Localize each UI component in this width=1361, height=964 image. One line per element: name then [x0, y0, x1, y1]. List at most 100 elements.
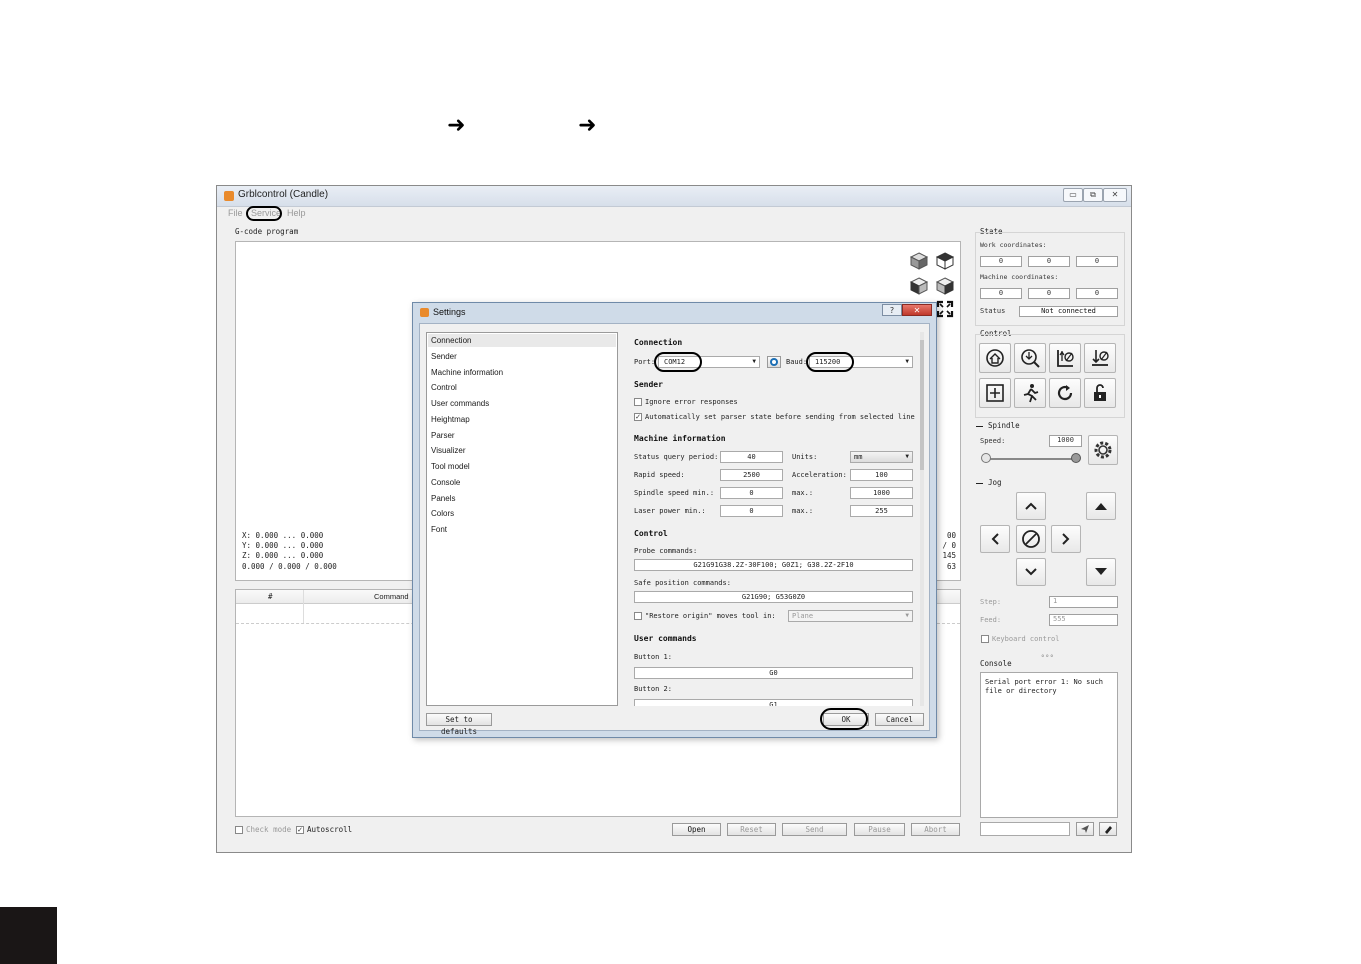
button1-field[interactable]: G0	[634, 667, 913, 679]
fit-view-icon[interactable]	[936, 300, 954, 318]
zero-xy-button[interactable]	[1084, 343, 1116, 373]
col-number[interactable]: #	[268, 592, 273, 601]
sender-title: Sender	[634, 380, 663, 389]
restore-origin-checkbox[interactable]	[634, 612, 642, 620]
view-iso-icon[interactable]	[908, 250, 930, 272]
nav-panels[interactable]: Panels	[431, 494, 455, 503]
spindle-min-field[interactable]: 0	[720, 487, 783, 499]
units-dropdown-icon: ▼	[905, 453, 909, 460]
console-clear-button[interactable]	[1099, 822, 1117, 836]
probe-button[interactable]	[1014, 343, 1046, 373]
nav-heightmap[interactable]: Heightmap	[431, 415, 470, 424]
zero-z-button[interactable]	[1049, 343, 1081, 373]
button2-field[interactable]: G1	[634, 699, 913, 706]
pause-button[interactable]: Pause	[854, 823, 905, 836]
nav-visualizer[interactable]: Visualizer	[431, 446, 466, 455]
triangle-down-icon	[1095, 568, 1107, 575]
minimize-button[interactable]: ▭	[1063, 188, 1083, 202]
jog-z-minus-button[interactable]	[1086, 558, 1116, 586]
nav-connection[interactable]: Connection	[431, 336, 471, 345]
set-defaults-button[interactable]: Set to defaults	[426, 713, 492, 736]
partial-readout-4: 63	[946, 561, 956, 571]
view-front-icon[interactable]	[908, 275, 930, 297]
refresh-ports-button[interactable]	[767, 356, 781, 368]
console-send-button[interactable]	[1076, 822, 1094, 836]
nav-sender[interactable]: Sender	[431, 352, 457, 361]
reset-button-ctrl[interactable]	[1049, 378, 1081, 408]
jog-y-plus-button[interactable]	[1016, 492, 1046, 520]
settings-close-button[interactable]: ✕	[902, 304, 932, 316]
gcode-group-title: G-code program	[235, 227, 299, 236]
menu-file[interactable]: File	[228, 208, 243, 218]
settings-scrollbar-thumb[interactable]	[920, 340, 924, 470]
zero-xy-icon	[1092, 350, 1109, 366]
nav-colors[interactable]: Colors	[431, 509, 454, 518]
close-button[interactable]: ✕	[1103, 188, 1127, 202]
safe-position-field[interactable]: G21G90; G53G0Z0	[634, 591, 913, 603]
acceleration-label: Acceleration:	[792, 471, 847, 479]
nav-machine-information[interactable]: Machine information	[431, 368, 503, 377]
settings-help-button[interactable]: ?	[882, 304, 902, 316]
unlock-button[interactable]	[1084, 378, 1116, 408]
jog-z-plus-button[interactable]	[1086, 492, 1116, 520]
abort-button[interactable]: Abort	[911, 823, 960, 836]
spindle-collapse-icon[interactable]	[976, 426, 983, 427]
spindle-slider-handle[interactable]	[1071, 453, 1081, 463]
zero-z-icon	[1057, 350, 1074, 367]
keyboard-control-label: Keyboard control	[992, 635, 1060, 643]
partial-readout-1: 00	[946, 531, 956, 540]
probe-commands-field[interactable]: G21G91G38.2Z-30F100; G0Z1; G38.2Z-2F10	[634, 559, 913, 571]
home-button[interactable]	[979, 343, 1011, 373]
jog-y-minus-button[interactable]	[1016, 558, 1046, 586]
maximize-button[interactable]: ⧉	[1083, 188, 1103, 202]
nav-tool-model[interactable]: Tool model	[431, 462, 470, 471]
acceleration-field[interactable]: 100	[850, 469, 913, 481]
jog-title: Jog	[988, 478, 1002, 487]
jog-stop-button[interactable]	[1016, 525, 1046, 553]
open-button[interactable]: Open	[672, 823, 721, 836]
settings-nav: Connection Sender Machine information Co…	[426, 332, 618, 706]
auto-parser-checkbox[interactable]: ✓	[634, 413, 642, 421]
console-input[interactable]	[980, 822, 1070, 836]
splitter-handle-icon[interactable]: °°°	[1041, 654, 1055, 662]
restore-origin-select[interactable]: Plane ▼	[788, 610, 913, 622]
view-top-icon[interactable]	[934, 250, 956, 272]
jog-step-select[interactable]: 1	[1049, 596, 1118, 608]
spindle-slider-min[interactable]	[981, 453, 991, 463]
keyboard-control-checkbox[interactable]	[981, 635, 989, 643]
rapid-speed-field[interactable]: 2500	[720, 469, 783, 481]
safe-position-button[interactable]	[1014, 378, 1046, 408]
status-query-field[interactable]: 40	[720, 451, 783, 463]
ignore-errors-checkbox[interactable]	[634, 398, 642, 406]
console-output[interactable]: Serial port error 1: No such file or dir…	[980, 672, 1118, 818]
nav-parser[interactable]: Parser	[431, 431, 455, 440]
view-left-icon[interactable]	[934, 275, 956, 297]
send-button[interactable]: Send	[782, 823, 847, 836]
jog-feed-select[interactable]: 555	[1049, 614, 1118, 626]
jog-x-plus-button[interactable]	[1051, 525, 1081, 553]
menubar: File Service Help	[217, 206, 1131, 221]
jog-x-minus-button[interactable]	[980, 525, 1010, 553]
restore-origin-button[interactable]	[979, 378, 1011, 408]
machine-y: 0	[1028, 288, 1070, 299]
restore-origin-label: "Restore origin" moves tool in:	[645, 612, 776, 620]
work-z: 0	[1076, 256, 1118, 267]
autoscroll-checkbox[interactable]: ✓	[296, 826, 304, 834]
nav-user-commands[interactable]: User commands	[431, 399, 489, 408]
spindle-max-field[interactable]: 1000	[850, 487, 913, 499]
jog-collapse-icon[interactable]	[976, 483, 983, 484]
laser-min-field[interactable]: 0	[720, 505, 783, 517]
check-mode-checkbox[interactable]	[235, 826, 243, 834]
cancel-button[interactable]: Cancel	[875, 713, 924, 726]
col-command[interactable]: Command	[374, 592, 409, 601]
nav-font[interactable]: Font	[431, 525, 447, 534]
spindle-toggle-button[interactable]	[1088, 435, 1118, 465]
nav-console[interactable]: Console	[431, 478, 460, 487]
laser-max-field[interactable]: 255	[850, 505, 913, 517]
units-select[interactable]: mm ▼	[850, 451, 913, 463]
menu-help[interactable]: Help	[287, 208, 306, 218]
partial-readout-2: / 0	[942, 541, 956, 551]
reset-button[interactable]: Reset	[727, 823, 776, 836]
nav-control[interactable]: Control	[431, 383, 457, 392]
spindle-speed-value[interactable]: 1000	[1049, 435, 1082, 447]
